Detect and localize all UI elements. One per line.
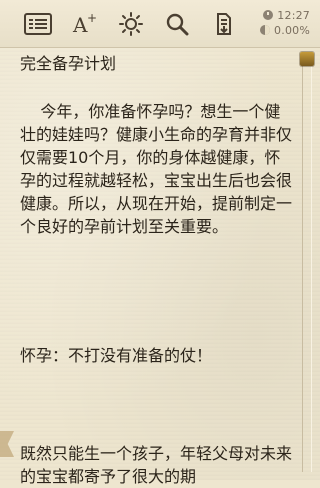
svg-text:+: + [87, 12, 97, 25]
font-size-icon[interactable]: A + [71, 10, 99, 38]
menu-icon[interactable] [24, 10, 52, 38]
search-icon[interactable] [163, 10, 191, 38]
time-row: 12:27 [263, 8, 310, 22]
reader-toolbar: A + 12:27 0.00% [0, 0, 320, 48]
status-area: 12:27 0.00% [240, 8, 310, 38]
clock-icon [263, 10, 274, 20]
progress-row: 0.00% [260, 23, 310, 37]
time-text: 12:27 [277, 8, 310, 22]
progress-icon [260, 25, 271, 35]
article-title: 完全备孕计划 [20, 54, 117, 73]
paragraph-2: 怀孕：不打没有准备的仗！ [20, 346, 213, 365]
svg-text:A: A [72, 13, 88, 36]
paragraph-1: 今年，你准备怀孕吗？想生一个健壮的娃娃吗？健康小生命的孕育并非仅仅需要10个月，… [20, 102, 293, 236]
paragraph-3: 既然只能生一个孩子，年轻父母对未来的宝宝都寄予了很大的期 [20, 444, 293, 486]
save-icon[interactable] [210, 10, 238, 38]
scroll-track[interactable] [302, 52, 312, 472]
brightness-icon[interactable] [117, 10, 145, 38]
progress-text: 0.00% [274, 23, 310, 37]
scroll-thumb[interactable] [300, 52, 314, 66]
article-content: 完全备孕计划 今年，你准备怀孕吗？想生一个健壮的娃娃吗？健康小生命的孕育并非仅仅… [20, 52, 292, 486]
